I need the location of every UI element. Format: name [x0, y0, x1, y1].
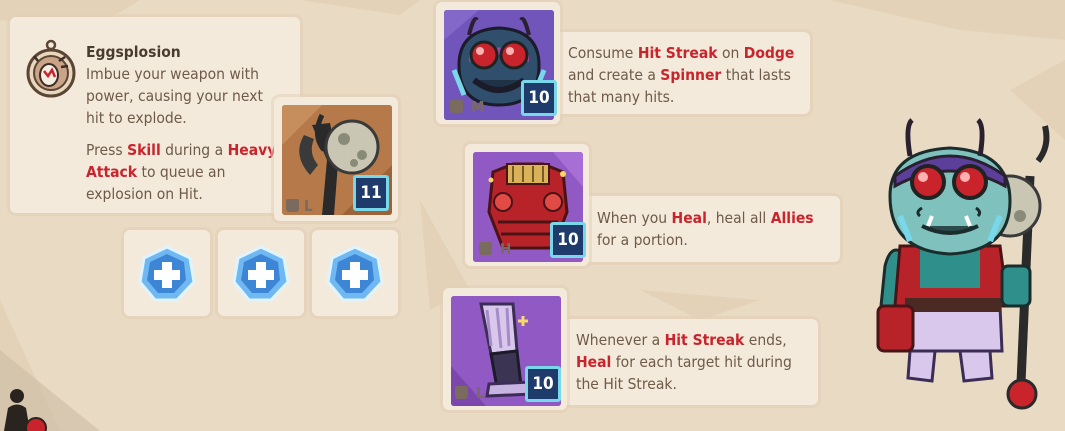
- weapon-level-badge: 11: [353, 175, 389, 211]
- player-silhouette-icon: [4, 389, 47, 431]
- loadout-screen: Eggsplosion Imbue your weapon with power…: [0, 0, 1065, 431]
- weight-icon: [455, 386, 468, 399]
- helmet-description-card: Consume Hit Streak on Dodge and create a…: [548, 32, 810, 114]
- gem-slot-2[interactable]: [218, 230, 304, 316]
- gem-slot-1[interactable]: [124, 230, 210, 316]
- chest-description: When you Heal, heal all Allies for a por…: [597, 209, 814, 249]
- boots-description: Whenever a Hit Streak ends, Heal for eac…: [576, 331, 792, 393]
- boots-item[interactable]: L 10: [443, 288, 567, 410]
- ability-title: Eggsplosion: [86, 43, 181, 61]
- chest-weight: H: [479, 240, 511, 258]
- ability-instructions: Press Skill during a Heavy Attack to que…: [86, 141, 277, 203]
- weight-icon: [479, 242, 492, 255]
- helmet-item[interactable]: M 10: [436, 2, 560, 124]
- weight-icon: [286, 199, 299, 212]
- boots-description-card: Whenever a Hit Streak ends, Heal for eac…: [556, 319, 818, 405]
- goblin-character-portrait: [876, 118, 1050, 410]
- ability-card: Eggsplosion Imbue your weapon with power…: [10, 17, 300, 213]
- blue-plus-gem-icon: [232, 245, 290, 302]
- chest-description-card: When you Heal, heal all Allies for a por…: [578, 196, 840, 262]
- gem-slot-3[interactable]: [312, 230, 398, 316]
- chest-level-badge: 10: [550, 222, 586, 258]
- ability-description: Imbue your weapon with power, causing yo…: [86, 65, 263, 127]
- weight-icon: [450, 100, 463, 113]
- weapon-weight: L: [286, 197, 313, 215]
- boots-level-badge: 10: [525, 366, 561, 402]
- chest-item[interactable]: H 10: [465, 144, 589, 266]
- blue-plus-gem-icon: [138, 245, 196, 302]
- weapon-item[interactable]: L 11: [274, 97, 398, 221]
- helmet-weight: M: [450, 98, 484, 116]
- helmet-level-badge: 10: [521, 80, 557, 116]
- blue-plus-gem-icon: [326, 245, 384, 302]
- ability-medallion-icon: [25, 39, 77, 99]
- boots-weight: L: [455, 384, 485, 402]
- helmet-description: Consume Hit Streak on Dodge and create a…: [568, 44, 795, 106]
